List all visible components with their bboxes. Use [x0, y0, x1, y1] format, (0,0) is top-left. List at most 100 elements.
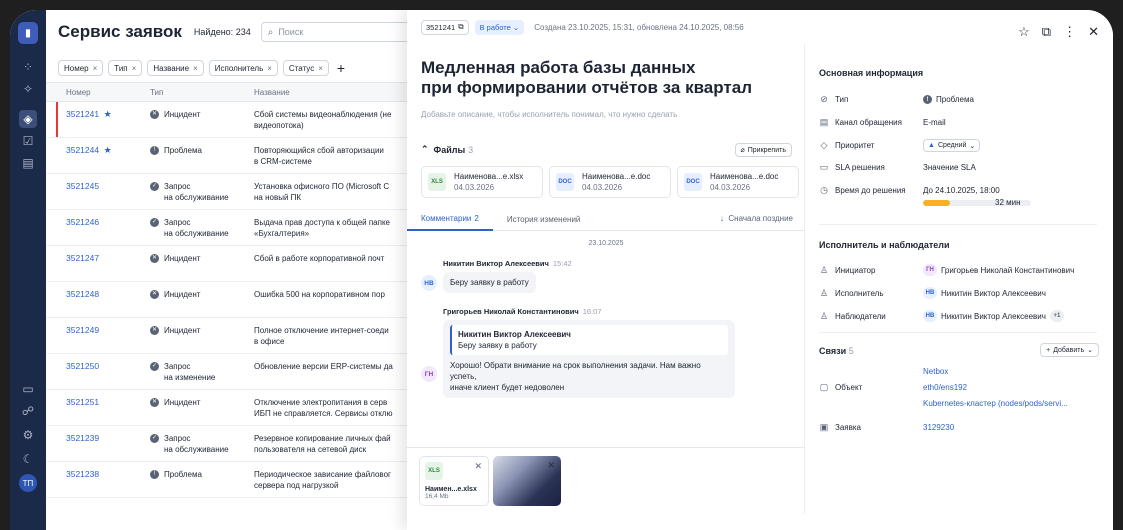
attach-button[interactable]: ⌀ Прикрепить: [734, 143, 792, 157]
avatar: ГН: [421, 366, 437, 382]
search-icon: ⌕: [267, 26, 274, 38]
table-row[interactable]: 3521247 ✕ Инцидент Сбой в работе корпоратив…: [46, 246, 426, 282]
table-row[interactable]: 3521248 ✕ Инцидент Ошибка 500 на корпоратив…: [46, 282, 426, 318]
ticket-number[interactable]: 3521249: [46, 325, 150, 335]
files-header[interactable]: ⌃ Файлы 3: [421, 144, 473, 155]
ticket-main-column: Медленная работа базы данных при формиро…: [407, 44, 805, 514]
author-name: Никитин Виктор Алексеевич: [443, 259, 549, 268]
watchers-count-badge[interactable]: +1: [1049, 310, 1064, 322]
ticket-title[interactable]: Медленная работа базы данных при формиро…: [407, 44, 804, 98]
ticket-name: Резервное копирование личных фай пользова…: [254, 433, 426, 455]
more-icon[interactable]: ⋮: [1063, 24, 1076, 40]
sort-button[interactable]: ↓ Сначала поздние: [720, 214, 793, 223]
table-row[interactable]: 3521251 ✕ Инцидент Отключение электропитани…: [46, 390, 426, 426]
grid-icon[interactable]: ⁘: [19, 58, 37, 76]
users-icon[interactable]: ☍: [19, 402, 37, 420]
draft-attachment-image[interactable]: ✕: [493, 456, 561, 506]
person-name[interactable]: Никитин Виктор Алексеевич: [941, 312, 1046, 321]
quoted-comment[interactable]: Никитин Виктор Алексеевич Беру заявку в …: [450, 325, 728, 355]
ticket-number[interactable]: 3521246: [46, 217, 150, 227]
close-icon[interactable]: ×: [318, 64, 323, 73]
book-icon[interactable]: ▭: [19, 380, 37, 398]
archive-icon[interactable]: ▤: [19, 154, 37, 172]
moon-icon[interactable]: ☾: [19, 450, 37, 468]
table-row[interactable]: 3521239 ✓ Запрос на обслуживание Резервное к…: [46, 426, 426, 462]
comment-time: 15:42: [552, 259, 572, 268]
layers-icon[interactable]: ◈: [19, 110, 37, 128]
request-link[interactable]: 3129230: [923, 423, 954, 432]
add-filter-button[interactable]: +: [337, 60, 345, 76]
close-icon[interactable]: ✕: [474, 461, 482, 472]
star-icon[interactable]: ★: [101, 145, 112, 155]
ticket-number[interactable]: 3521241 ★: [46, 109, 150, 120]
close-icon[interactable]: ×: [132, 64, 137, 73]
draft-attachment-file[interactable]: XLS ✕ Наимен...e.xlsx 16,4 Mb: [419, 456, 489, 506]
file-name: Наименова...e.doc: [710, 172, 779, 181]
table-row[interactable]: 3521245 ✓ Запрос на обслуживание Установка о…: [46, 174, 426, 210]
filter-chip-status[interactable]: Статус ×: [282, 60, 329, 76]
file-card[interactable]: DOC Наименова...e.doc 04.03.2026: [677, 166, 799, 198]
copy-icon[interactable]: ⧉: [458, 22, 463, 32]
ticket-number[interactable]: 3521239: [46, 433, 150, 443]
ticket-type: ! Проблема: [150, 469, 254, 480]
object-link[interactable]: Netbox: [923, 367, 948, 376]
table-row[interactable]: 3521238! Проблема Периодическое зависание …: [46, 462, 426, 498]
object-link[interactable]: eth0/ens192: [923, 383, 967, 392]
filter-chip-type[interactable]: Тип ×: [108, 60, 143, 76]
ticket-number[interactable]: 3521244 ★: [46, 145, 150, 156]
ticket-type: ! Проблема: [150, 145, 254, 156]
close-icon[interactable]: ×: [93, 64, 98, 73]
ticket-number[interactable]: 3521250: [46, 361, 150, 371]
nav-rail: ▮ ⁘ ✧ ◈ ☑ ▤ ▭ ☍ ⚙ ☾ ТП: [10, 10, 46, 530]
close-icon[interactable]: ×: [193, 64, 198, 73]
person-name[interactable]: Никитин Виктор Алексеевич: [941, 289, 1046, 298]
star-icon[interactable]: ★: [101, 109, 112, 119]
comment-bubble: Беру заявку в работу: [443, 272, 536, 293]
quote-author: Никитин Виктор Алексеевич: [458, 330, 571, 339]
ticket-number[interactable]: 3521248: [46, 289, 150, 299]
checkbox-icon[interactable]: ☑: [19, 132, 37, 150]
table-row[interactable]: 3521244 ★! Проблема Повторяющийся сбой авт…: [46, 138, 426, 174]
app-screen: ▮ ⁘ ✧ ◈ ☑ ▤ ▭ ☍ ⚙ ☾ ТП Сервис заявок Най…: [10, 10, 1113, 530]
table-row[interactable]: 3521241 ★ ✕ Инцидент Сбой системы видеонабл…: [46, 102, 426, 138]
user-avatar[interactable]: ТП: [19, 474, 37, 492]
column-header-number[interactable]: Номер: [46, 88, 150, 97]
priority-dropdown[interactable]: ▲ Средний ⌄: [923, 139, 981, 152]
table-row[interactable]: 3521246 ✓ Запрос на обслуживание Выдача прав…: [46, 210, 426, 246]
filter-chip-name[interactable]: Название ×: [147, 60, 204, 76]
chip-label: Исполнитель: [214, 63, 264, 73]
star-icon[interactable]: ☆: [1018, 24, 1030, 40]
name-text: в CRM-системе: [254, 157, 312, 166]
file-card[interactable]: XLS Наименова...e.xlsx 04.03.2026: [421, 166, 543, 198]
tab-comments[interactable]: Комментарии 2: [407, 209, 493, 231]
ticket-number[interactable]: 3521238: [46, 469, 150, 479]
ticket-number[interactable]: 3521245: [46, 181, 150, 191]
links-count: 5: [848, 346, 854, 356]
table-row[interactable]: 3521249 ✕ Инцидент Полное отключение интерн…: [46, 318, 426, 354]
filter-chip-assignee[interactable]: Исполнитель ×: [208, 60, 278, 76]
type-label: Проблема: [164, 470, 202, 479]
ticket-id-tag[interactable]: 3521241 ⧉: [421, 19, 469, 35]
status-dropdown[interactable]: В работе ⌄: [474, 19, 525, 35]
description-field[interactable]: Добавьте описание, чтобы исполнитель пон…: [407, 98, 804, 119]
close-icon[interactable]: ✕: [1088, 24, 1099, 40]
filter-chip-number[interactable]: Номер ×: [58, 60, 104, 76]
ticket-number[interactable]: 3521247: [46, 253, 150, 263]
column-header-name[interactable]: Название: [254, 88, 426, 97]
file-card[interactable]: DOC Наименова...e.doc 04.03.2026: [549, 166, 671, 198]
add-label: Добавить: [1053, 346, 1085, 354]
pin-icon[interactable]: ✧: [19, 80, 37, 98]
open-external-icon[interactable]: ⧉: [1042, 24, 1051, 40]
ticket-number[interactable]: 3521251: [46, 397, 150, 407]
tab-history[interactable]: История изменений: [493, 209, 595, 231]
table-row[interactable]: 3521250 ✓ Запрос на изменение Обновление вер…: [46, 354, 426, 390]
object-link[interactable]: Kubernetes-кластер (nodes/pods/servi...: [923, 399, 1068, 408]
add-link-button[interactable]: + Добавить ⌄: [1040, 343, 1099, 357]
search-input[interactable]: ⌕ Поиск: [260, 22, 421, 42]
person-name[interactable]: Григорьев Николай Константинович: [941, 266, 1074, 275]
settings-icon[interactable]: ⚙: [19, 426, 37, 444]
app-logo-icon[interactable]: ▮: [18, 22, 38, 44]
column-header-type[interactable]: Тип: [150, 88, 254, 97]
close-icon[interactable]: ✕: [547, 460, 555, 471]
close-icon[interactable]: ×: [267, 64, 272, 73]
